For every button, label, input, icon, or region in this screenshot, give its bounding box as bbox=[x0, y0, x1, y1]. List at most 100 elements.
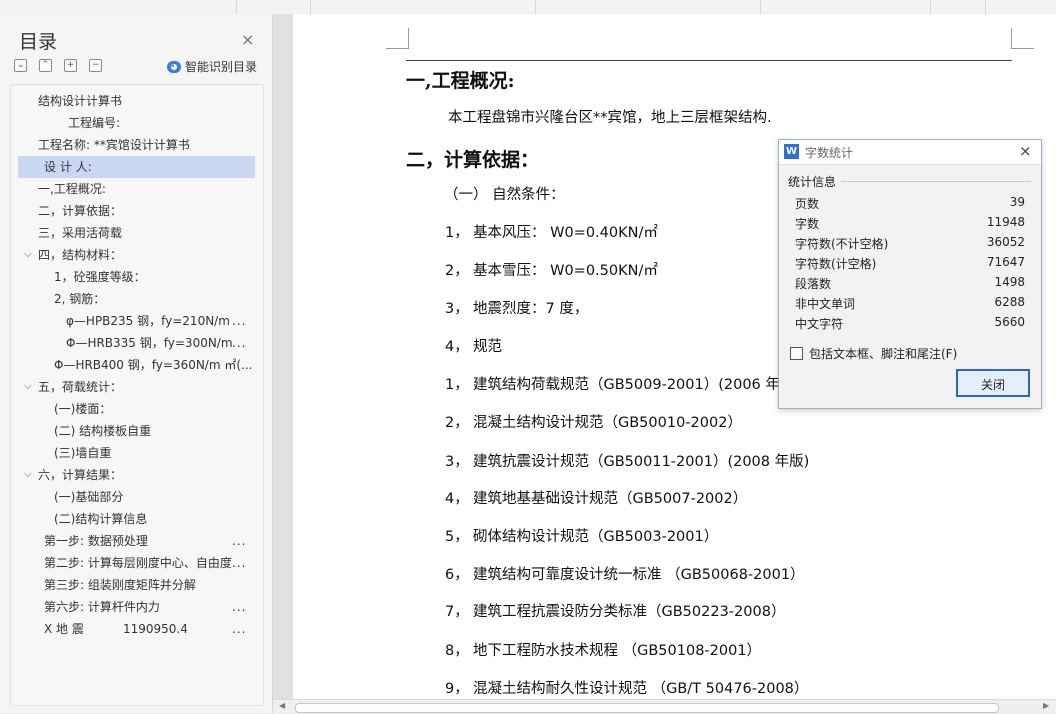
doc-heading: 一,工程概况: bbox=[406, 66, 515, 93]
toc-item[interactable]: 工程名称: **宾馆设计计算书 bbox=[11, 134, 263, 156]
toc-item-label: 三，采用活荷载 bbox=[38, 226, 123, 240]
dialog-titlebar[interactable]: W 字数统计 × bbox=[779, 140, 1041, 165]
expand-all-icon[interactable]: ⌄ bbox=[14, 59, 27, 72]
toc-item-label: (三)墙自重 bbox=[54, 446, 112, 460]
toc-item[interactable]: 设 计 人: bbox=[18, 156, 255, 178]
close-icon[interactable]: × bbox=[1019, 142, 1032, 160]
add-heading-icon[interactable]: + bbox=[64, 59, 77, 72]
stat-value: 39 bbox=[1009, 195, 1025, 209]
toc-item[interactable]: 工程编号: bbox=[11, 112, 263, 134]
toc-item[interactable]: (一)楼面： bbox=[11, 398, 263, 420]
close-icon[interactable]: × bbox=[241, 30, 254, 49]
toc-item[interactable]: 1，砼强度等级： bbox=[11, 266, 263, 288]
stat-row: 段落数 1498 bbox=[795, 275, 1025, 295]
doc-paragraph: 7， 建筑工程抗震设防分类标准（GB50223-2008） bbox=[445, 600, 785, 621]
doc-text: 二，计算依据： bbox=[406, 149, 540, 171]
toc-item[interactable]: Φ—HRB335 钢，fy=300N/m... bbox=[11, 332, 263, 354]
list-number: 2， bbox=[445, 415, 469, 431]
smart-toc-button[interactable]: ◕ 智能识别目录 bbox=[167, 58, 257, 75]
toc-item[interactable]: (一)基础部分 bbox=[11, 486, 263, 508]
toc-item[interactable]: (二) 结构楼板自重 bbox=[11, 420, 263, 442]
toc-item[interactable]: 结构设计计算书 bbox=[11, 90, 263, 112]
toc-item-label: 一,工程概况: bbox=[38, 182, 106, 196]
toc-toolbar: ⌄ ⌃ + − bbox=[14, 59, 102, 72]
list-number: 7， bbox=[445, 604, 469, 620]
toc-item-label: 四，结构材料： bbox=[38, 248, 123, 262]
doc-paragraph: 9， 混凝土结构耐久性设计规范 （GB/T 50476-2008） bbox=[445, 677, 808, 698]
horizontal-scrollbar[interactable]: ◀ ▶ bbox=[273, 699, 1056, 714]
checkbox-icon[interactable] bbox=[790, 347, 803, 360]
doc-heading: 二，计算依据： bbox=[406, 145, 539, 172]
toc-item[interactable]: 第六步: 计算杆件内力... bbox=[11, 596, 263, 618]
stat-row: 中文字符 5660 bbox=[795, 315, 1025, 335]
stat-label: 字符数(计空格) bbox=[795, 257, 877, 271]
doc-paragraph: 8， 地下工程防水技术规程 （GB50108-2001） bbox=[445, 639, 761, 660]
list-number: 4， bbox=[445, 339, 469, 355]
doc-paragraph: 4， 规范 bbox=[445, 335, 502, 356]
toc-item-label: 1，砼强度等级： bbox=[54, 270, 146, 284]
include-textbox-checkbox[interactable]: 包括文本框、脚注和尾注(F) bbox=[790, 345, 957, 362]
chevron-down-icon[interactable]: ⌵ bbox=[24, 464, 32, 486]
section-divider bbox=[841, 181, 1031, 182]
toc-title: 目录 bbox=[19, 31, 58, 53]
remove-heading-icon[interactable]: − bbox=[89, 59, 102, 72]
toc-item-label: (二) 结构楼板自重 bbox=[54, 424, 152, 438]
toc-item-label: 二，计算依据： bbox=[38, 204, 123, 218]
chevron-down-icon[interactable]: ⌵ bbox=[24, 244, 32, 266]
toc-item[interactable]: ⌵ 五，荷载统计： bbox=[11, 376, 263, 398]
toc-item[interactable]: 2, 钢筋： bbox=[11, 288, 263, 310]
list-number: 3， bbox=[445, 301, 469, 317]
ellipsis-more: ... bbox=[232, 622, 247, 636]
toc-item[interactable]: (二)结构计算信息 bbox=[11, 508, 263, 530]
doc-paragraph: （一） 自然条件： bbox=[444, 183, 565, 204]
doc-text: 基本风压： W0=0.40KN/㎡ bbox=[473, 225, 658, 241]
word-count-dialog: W 字数统计 × 统计信息 页数 39 字数 11948 字符数(不计空格) 36052 字… bbox=[778, 139, 1042, 409]
list-number: 6， bbox=[445, 567, 469, 583]
stat-row: 非中文单词 6288 bbox=[795, 295, 1025, 315]
toc-item[interactable]: 第一步: 数据预处理... bbox=[11, 530, 263, 552]
doc-paragraph: 6， 建筑结构可靠度设计统一标准 （GB50068-2001） bbox=[445, 563, 805, 584]
stat-value: 1498 bbox=[994, 275, 1025, 289]
toc-item[interactable]: ⌵ 六，计算结果： bbox=[11, 464, 263, 486]
toc-item[interactable]: ⌵ 四，结构材料： bbox=[11, 244, 263, 266]
toc-item[interactable]: φ—HPB235 钢，fy=210N/m... bbox=[11, 310, 263, 332]
toc-item[interactable]: 第二步: 计算每层刚度中心、自由度... bbox=[11, 552, 263, 574]
list-number: 4， bbox=[445, 491, 469, 507]
doc-text: 建筑结构荷载规范（GB5009-2001）(2006 年 bbox=[473, 377, 780, 393]
doc-paragraph: 2， 混凝土结构设计规范（GB50010-2002） bbox=[445, 411, 742, 432]
toc-item-label: 五，荷载统计： bbox=[38, 380, 123, 394]
toc-item[interactable]: (三)墙自重 bbox=[11, 442, 263, 464]
toc-item-label: φ—HPB235 钢，fy=210N/m bbox=[66, 314, 230, 328]
toc-item-label: (一)楼面： bbox=[54, 402, 112, 416]
list-number: 3， bbox=[445, 454, 469, 470]
scroll-left-icon[interactable]: ◀ bbox=[279, 701, 285, 710]
header-rule bbox=[406, 60, 1012, 61]
doc-text: 混凝土结构耐久性设计规范 （GB/T 50476-2008） bbox=[473, 681, 809, 697]
toc-item[interactable]: 二，计算依据： bbox=[11, 200, 263, 222]
chevron-down-icon[interactable]: ⌵ bbox=[24, 376, 32, 398]
scrollbar-thumb[interactable] bbox=[295, 703, 999, 713]
toc-item[interactable]: 一,工程概况: bbox=[11, 178, 263, 200]
scroll-right-icon[interactable]: ▶ bbox=[1043, 701, 1049, 710]
toc-item-label: 第二步: 计算每层刚度中心、自由度 bbox=[44, 556, 232, 570]
toc-item[interactable]: 三，采用活荷载 bbox=[11, 222, 263, 244]
page-corner-mark bbox=[386, 28, 409, 49]
toc-item-label: 工程编号: bbox=[68, 116, 121, 130]
stat-label: 页数 bbox=[795, 197, 820, 211]
stat-label: 段落数 bbox=[795, 277, 832, 291]
doc-text: 基本雪压： W0=0.50KN/㎡ bbox=[473, 263, 658, 279]
doc-text: 一,工程概况: bbox=[406, 70, 515, 92]
toc-item[interactable]: X 地 震 1190950.4... bbox=[11, 618, 263, 640]
doc-text: 本工程盘锦市兴隆台区**宾馆，地上三层框架结构. bbox=[448, 110, 772, 126]
doc-text: 规范 bbox=[473, 339, 502, 355]
close-button[interactable]: 关闭 bbox=[956, 369, 1030, 397]
list-number: 5， bbox=[445, 529, 469, 545]
collapse-all-icon[interactable]: ⌃ bbox=[39, 59, 52, 72]
stat-label: 非中文单词 bbox=[795, 297, 856, 311]
ellipsis-more: ... bbox=[232, 534, 247, 548]
toc-item-label: Φ—HRB335 钢，fy=300N/m bbox=[66, 336, 233, 350]
stat-row: 字符数(计空格) 71647 bbox=[795, 255, 1025, 275]
toc-item[interactable]: 第三步: 组装刚度矩阵并分解 bbox=[11, 574, 263, 596]
stat-value: 6288 bbox=[994, 295, 1025, 309]
toc-item[interactable]: Φ—HRB400 钢，fy=360N/m ㎡(... bbox=[11, 354, 263, 376]
